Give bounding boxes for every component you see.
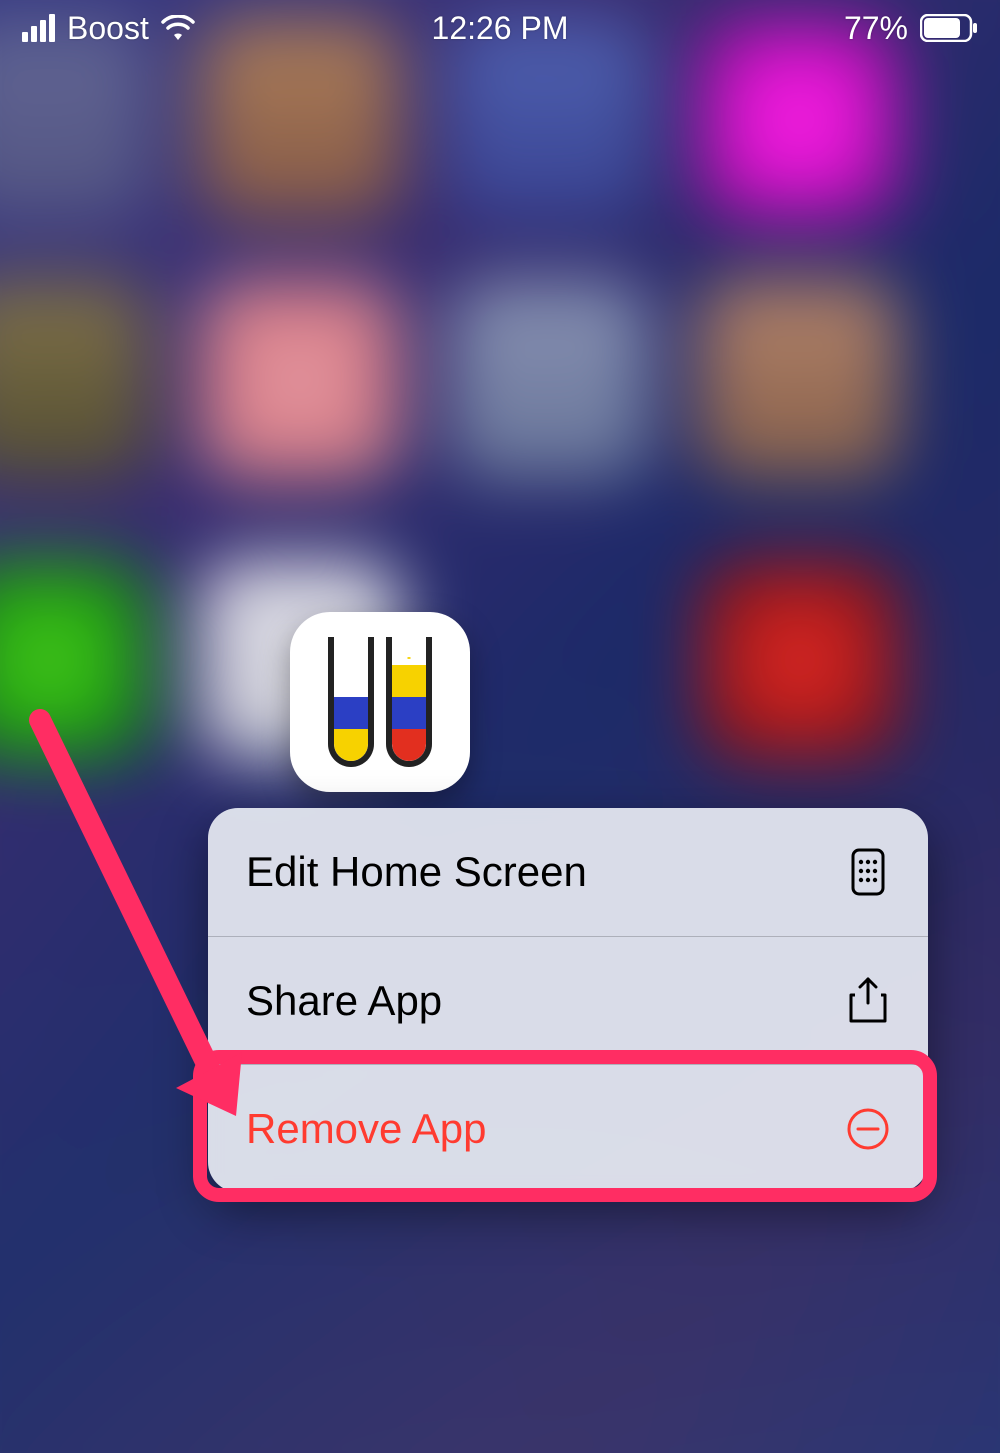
- app-icon-art: [328, 637, 374, 767]
- clock: 12:26 PM: [432, 10, 569, 47]
- battery-percent: 77%: [844, 10, 908, 47]
- share-icon: [846, 979, 890, 1023]
- menu-item-label: Edit Home Screen: [246, 848, 587, 896]
- app-context-menu: Edit Home Screen Share App: [208, 808, 928, 1192]
- remove-icon: [846, 1107, 890, 1151]
- blurred-wallpaper: [0, 0, 1000, 1453]
- menu-item-edit-home-screen[interactable]: Edit Home Screen: [208, 808, 928, 936]
- battery-icon: [920, 14, 978, 42]
- cellular-signal-icon: [22, 14, 55, 42]
- menu-item-label: Share App: [246, 977, 442, 1025]
- focused-app-icon[interactable]: [290, 612, 470, 792]
- home-screen-icon: [846, 850, 890, 894]
- menu-item-remove-app[interactable]: Remove App: [208, 1064, 928, 1192]
- menu-item-label: Remove App: [246, 1105, 486, 1153]
- status-bar: Boost 12:26 PM 77%: [0, 0, 1000, 56]
- menu-item-share-app[interactable]: Share App: [208, 936, 928, 1064]
- carrier-label: Boost: [67, 10, 149, 47]
- wifi-icon: [161, 15, 195, 41]
- ios-home-screen-context: Boost 12:26 PM 77%: [0, 0, 1000, 1453]
- app-icon-art: [386, 637, 432, 767]
